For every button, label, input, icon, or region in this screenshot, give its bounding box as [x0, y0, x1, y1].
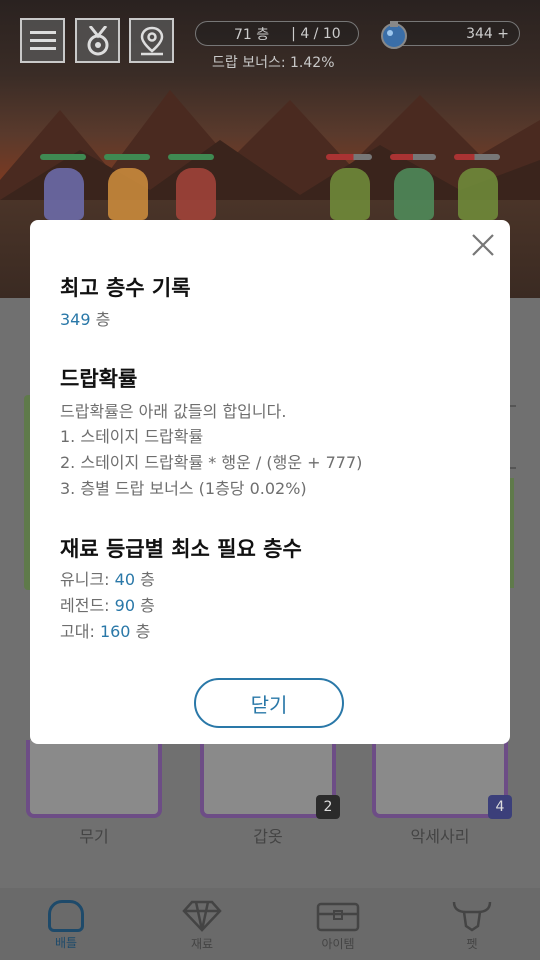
hamburger-icon [29, 30, 56, 50]
map-button[interactable] [129, 18, 174, 63]
ally-health-bar [168, 154, 214, 160]
goblin-enemy [458, 168, 498, 220]
grade-name: 유니크: [60, 570, 110, 589]
grade-value: 90 [114, 596, 136, 615]
grade-row-unique: 유니크: 40 층 [60, 566, 155, 590]
medal-icon [87, 25, 108, 55]
grade-unit: 층 [140, 596, 155, 615]
grade-unit: 층 [140, 570, 155, 589]
chest-icon [316, 902, 360, 932]
currency-amount: 344 + [466, 25, 509, 42]
nav-materials[interactable]: 재료 [162, 900, 242, 952]
drop-bonus-text: 드랍 보너스: 1.42% [212, 55, 335, 71]
nav-battle-label: 배틀 [54, 936, 78, 950]
drop-rate-line: 드랍확률은 아래 값들의 합입니다. [60, 402, 287, 421]
grade-value: 160 [99, 622, 131, 641]
wave-progress: | 4 / 10 [291, 25, 341, 42]
close-icon[interactable] [470, 232, 496, 258]
warrior-hero [176, 168, 216, 220]
enemy-health-bar [390, 154, 436, 160]
ally-health-bar [104, 154, 150, 160]
enemy-health-bar [326, 154, 372, 160]
wizard-hero [44, 168, 84, 220]
info-dialog: 최고 층수 기록 349 층 드랍확률 드랍확률은 아래 값들의 합입니다. 1… [30, 220, 510, 744]
weapon-slot[interactable] [26, 740, 162, 818]
bull-head-icon [452, 901, 492, 932]
archer-hero [108, 168, 148, 220]
accessory-label: 악세사리 [410, 827, 470, 846]
best-floor-title: 최고 층수 기록 [60, 276, 191, 300]
best-floor-value: 349 [60, 310, 91, 329]
grade-name: 고대: [60, 622, 95, 641]
nav-battle[interactable]: 배틀 [26, 900, 106, 951]
nav-materials-label: 재료 [190, 937, 214, 951]
grade-value: 40 [114, 570, 136, 589]
nav-items-label: 아이템 [321, 937, 355, 951]
drop-rate-line: 3. 층별 드랍 보너스 (1층당 0.02%) [60, 479, 307, 498]
menu-button[interactable] [20, 18, 65, 63]
shield-icon [48, 900, 84, 932]
armor-count-badge: 2 [316, 795, 340, 819]
grade-row-legend: 레전드: 90 층 [60, 592, 155, 616]
grade-floor-title: 재료 등급별 최소 필요 층수 [60, 537, 302, 561]
close-button[interactable]: 닫기 [194, 678, 344, 728]
weapon-label: 무기 [79, 827, 109, 846]
best-floor-unit: 층 [95, 310, 111, 329]
goblin-enemy [330, 168, 370, 220]
diamond-icon [182, 900, 222, 932]
nav-pet-label: 펫 [466, 937, 478, 951]
ally-health-bar [40, 154, 86, 160]
enemy-health-bar [454, 154, 500, 160]
grade-row-ancient: 고대: 160 층 [60, 618, 150, 642]
map-pin-icon [140, 26, 163, 55]
grade-name: 레전드: [60, 596, 110, 615]
best-floor-record: 349 층 [60, 306, 110, 330]
achievement-button[interactable] [75, 18, 120, 63]
potion-icon [381, 21, 407, 49]
drop-rate-line: 2. 스테이지 드랍확률 * 행운 / (행운 + 777) [60, 453, 363, 472]
nav-items[interactable]: 아이템 [298, 900, 378, 952]
grade-unit: 층 [135, 622, 151, 641]
drop-rate-line: 1. 스테이지 드랍확률 [60, 427, 204, 446]
drop-rate-title: 드랍확률 [60, 367, 138, 391]
accessory-count-badge: 4 [488, 795, 512, 819]
nav-pet[interactable]: 펫 [432, 900, 512, 952]
goblin-enemy [394, 168, 434, 220]
armor-label: 갑옷 [253, 827, 283, 846]
floor-number: 71 층 [234, 26, 270, 43]
floor-indicator: 71 층 | 4 / 10 [195, 21, 359, 46]
